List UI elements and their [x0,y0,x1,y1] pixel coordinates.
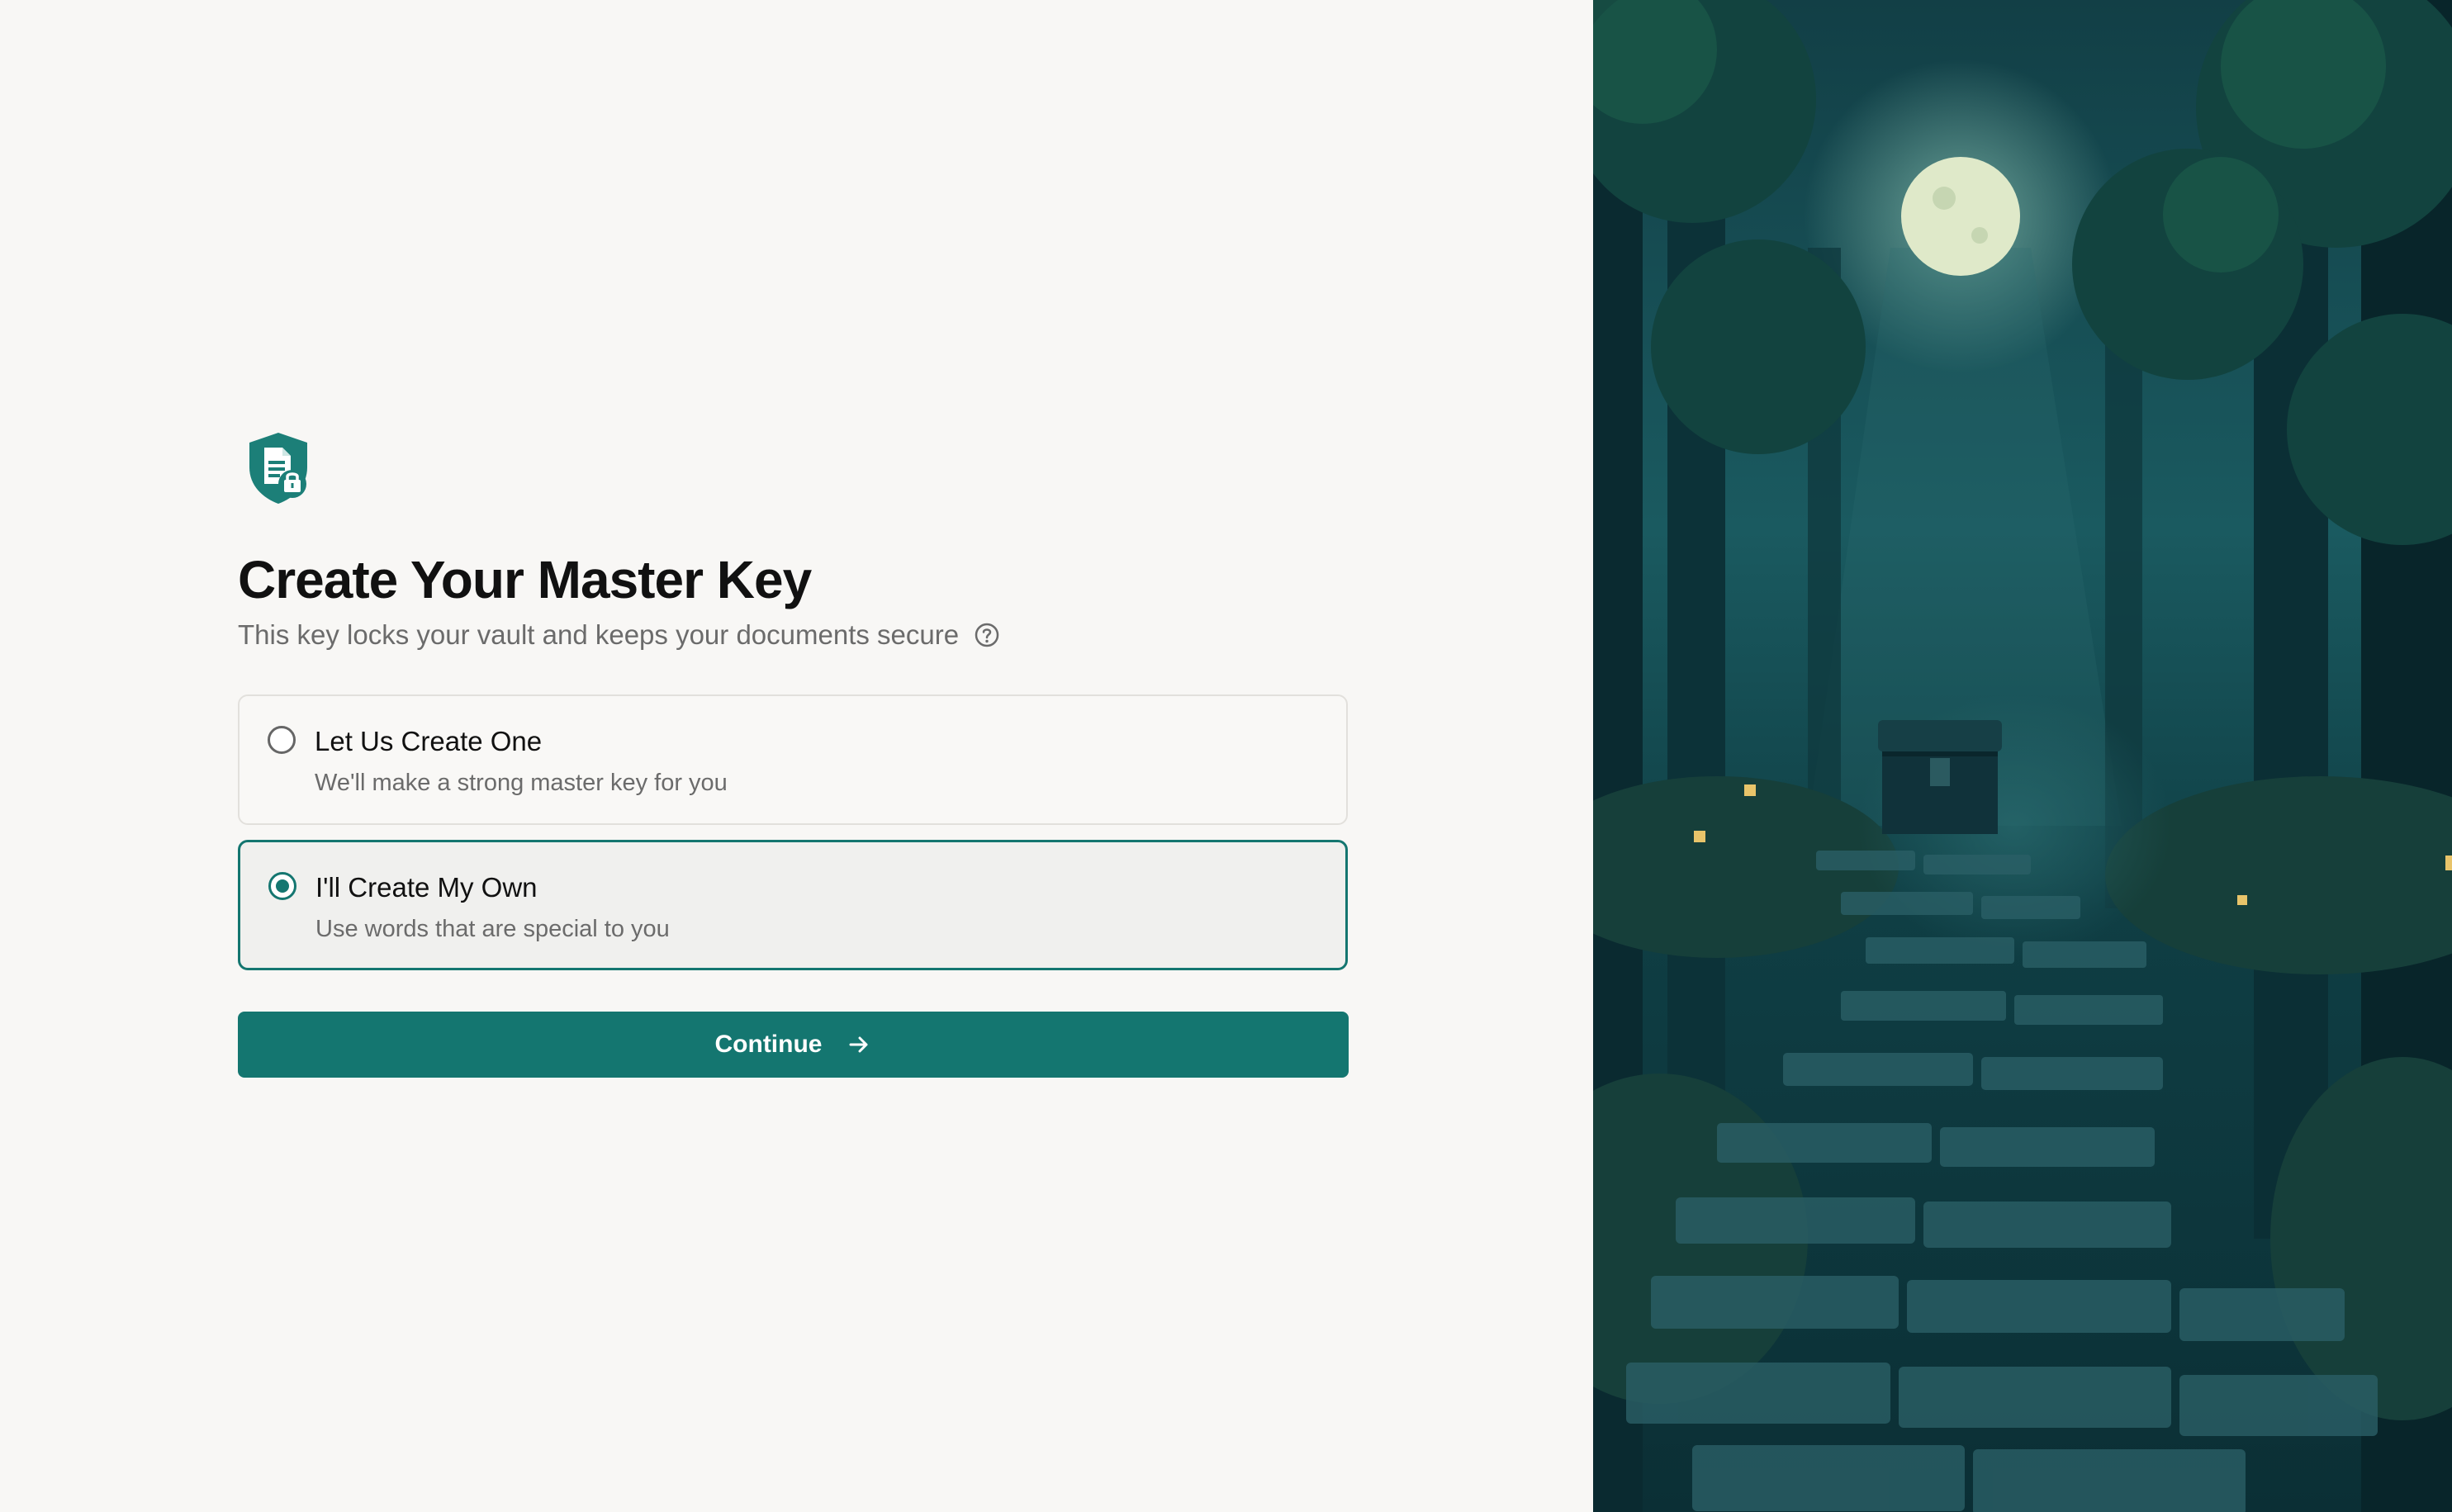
continue-button[interactable]: Continue [238,1012,1349,1078]
radio-generate-key[interactable] [268,726,296,754]
option-title: I'll Create My Own [315,872,538,903]
option-description: Use words that are special to you [315,916,670,942]
question-circle-icon[interactable] [974,622,1000,648]
option-description: We'll make a strong master key for you [315,770,728,796]
page-subtitle: This key locks your vault and keeps your… [238,619,960,650]
option-title: Let Us Create One [315,726,543,756]
arrow-right-icon [849,1036,868,1053]
subtitle-row: This key locks your vault and keeps your… [238,618,1000,652]
radio-create-own-key[interactable] [268,872,296,900]
continue-label: Continue [714,1031,823,1058]
option-generate-key[interactable]: Let Us Create One We'll make a strong ma… [238,694,1348,825]
option-create-own-key[interactable]: I'll Create My Own Use words that are sp… [238,840,1348,970]
page-title: Create Your Master Key [238,550,812,609]
onboarding-panel: Create Your Master Key This key locks yo… [0,0,1593,1512]
forest-scene-image [1593,0,2452,1512]
forest-illustration [1593,0,2452,1512]
shield-document-lock-icon [249,433,307,504]
